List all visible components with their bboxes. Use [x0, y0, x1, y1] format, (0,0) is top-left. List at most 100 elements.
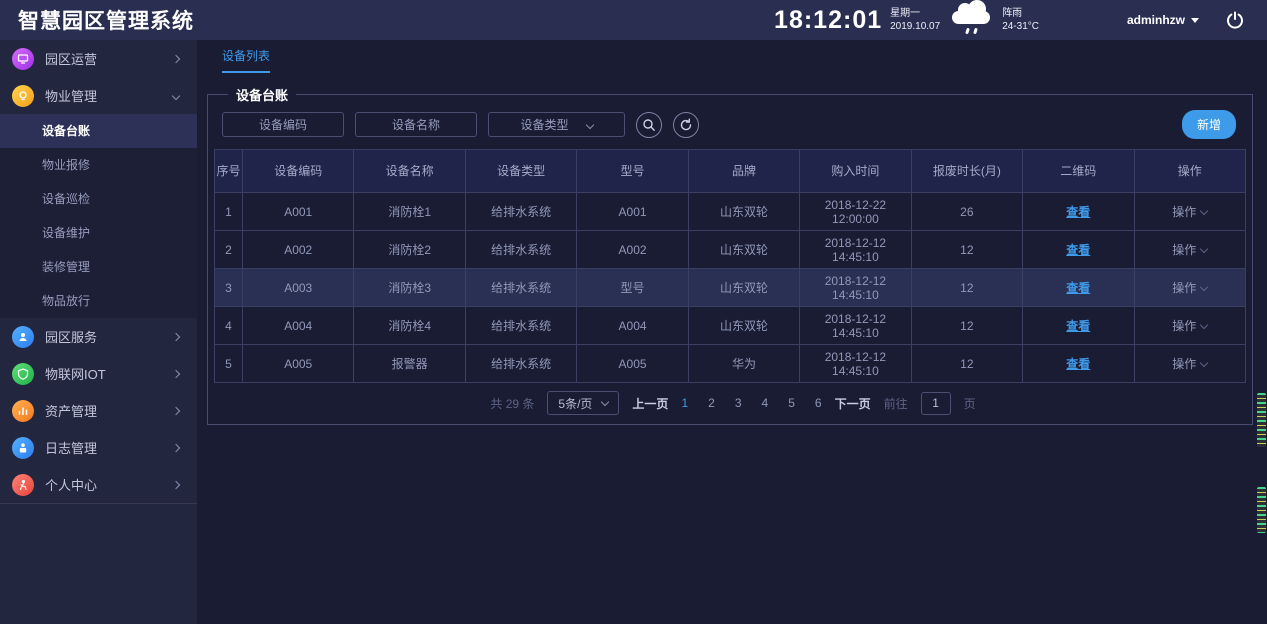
col-qr-code: 二维码	[1023, 150, 1134, 193]
refresh-button[interactable]	[673, 112, 699, 138]
device-ledger-panel: 设备台账 设备类型 新增	[207, 85, 1253, 425]
goto-page-input[interactable]	[921, 392, 951, 415]
col-scrap-months: 报废时长(月)	[911, 150, 1022, 193]
sidebar-item-device-maintenance[interactable]: 设备维护	[0, 216, 197, 250]
row-action-dropdown[interactable]: 操作	[1134, 345, 1246, 383]
bulb-icon	[12, 85, 34, 107]
page-numbers: 1 2 3 4 5 6	[681, 396, 821, 410]
page-number-1[interactable]: 1	[681, 396, 688, 410]
sidebar-item-label: 资产管理	[45, 401, 97, 420]
user-menu[interactable]: adminhzw	[1127, 13, 1199, 27]
cell-type: 给排水系统	[465, 231, 576, 269]
col-device-type: 设备类型	[465, 150, 576, 193]
qr-view-link[interactable]: 查看	[1066, 357, 1090, 371]
scrollbar-marker[interactable]	[1257, 393, 1266, 447]
page-size-select[interactable]: 5条/页	[547, 391, 619, 415]
row-action-dropdown[interactable]: 操作	[1134, 231, 1246, 269]
sidebar-item-item-release[interactable]: 物品放行	[0, 284, 197, 318]
add-button[interactable]: 新增	[1182, 110, 1236, 139]
table-row-highlighted[interactable]: 3 A003 消防栓3 给排水系统 型号 山东双轮 2018-12-12 14:…	[215, 269, 1246, 307]
cell-scrap-months: 26	[911, 193, 1022, 231]
sidebar-item-device-inspection[interactable]: 设备巡检	[0, 182, 197, 216]
table-row[interactable]: 4 A004 消防栓4 给排水系统 A004 山东双轮 2018-12-12 1…	[215, 307, 1246, 345]
device-name-input[interactable]	[355, 112, 477, 137]
chevron-right-icon	[172, 406, 180, 414]
qr-view-link[interactable]: 查看	[1066, 319, 1090, 333]
sidebar-item-property-repair[interactable]: 物业报修	[0, 148, 197, 182]
prev-page-button[interactable]: 上一页	[632, 395, 668, 412]
chevron-right-icon	[172, 332, 180, 340]
search-button[interactable]	[636, 112, 662, 138]
device-code-input[interactable]	[222, 112, 344, 137]
table-row[interactable]: 1 A001 消防栓1 给排水系统 A001 山东双轮 2018-12-22 1…	[215, 193, 1246, 231]
cell-code: A001	[243, 193, 354, 231]
cell-scrap-months: 12	[911, 307, 1022, 345]
sidebar-item-park-service[interactable]: 园区服务	[0, 318, 197, 355]
cell-model: A004	[577, 307, 688, 345]
username: adminhzw	[1127, 13, 1185, 27]
device-type-select-value: 设备类型	[520, 116, 568, 133]
goto-suffix: 页	[964, 395, 976, 412]
col-index: 序号	[215, 150, 243, 193]
chevron-right-icon	[172, 369, 180, 377]
cloud-icon	[950, 5, 994, 35]
sidebar-item-device-ledger[interactable]: 设备台账	[0, 114, 197, 148]
caret-down-icon	[1191, 18, 1199, 23]
sidebar-item-iot[interactable]: 物联网IOT	[0, 355, 197, 392]
col-purchase-time: 购入时间	[800, 150, 911, 193]
filter-row: 设备类型 新增	[214, 106, 1252, 149]
table-row[interactable]: 5 A005 报警器 给排水系统 A005 华为 2018-12-12 14:4…	[215, 345, 1246, 383]
tab-device-list[interactable]: 设备列表	[222, 47, 270, 73]
col-brand: 品牌	[688, 150, 799, 193]
cell-brand: 山东双轮	[688, 269, 799, 307]
cell-name: 消防栓3	[354, 269, 465, 307]
sidebar-item-renovation-management[interactable]: 装修管理	[0, 250, 197, 284]
qr-view-link[interactable]: 查看	[1066, 243, 1090, 257]
cell-purchase-time: 2018-12-12 14:45:10	[800, 231, 911, 269]
page-number-2[interactable]: 2	[708, 396, 715, 410]
row-action-dropdown[interactable]: 操作	[1134, 193, 1246, 231]
chevron-down-icon	[172, 91, 180, 99]
chevron-down-icon	[601, 398, 609, 406]
cell-model: 型号	[577, 269, 688, 307]
qr-view-link[interactable]: 查看	[1066, 205, 1090, 219]
chevron-right-icon	[172, 443, 180, 451]
goto-label: 前往	[884, 395, 908, 412]
page-number-6[interactable]: 6	[815, 396, 822, 410]
power-icon[interactable]	[1225, 10, 1245, 30]
topbar-right: 18:12:01 星期一 2019.10.07 阵雨 24-31°C admin…	[774, 5, 1267, 35]
page-number-3[interactable]: 3	[735, 396, 742, 410]
chart-icon	[12, 400, 34, 422]
page-number-4[interactable]: 4	[762, 396, 769, 410]
cell-scrap-months: 12	[911, 269, 1022, 307]
weather-condition: 阵雨	[1002, 7, 1039, 20]
page-number-5[interactable]: 5	[788, 396, 795, 410]
qr-view-link[interactable]: 查看	[1066, 281, 1090, 295]
scrollbar-marker[interactable]	[1257, 487, 1266, 533]
sidebar-item-label: 个人中心	[45, 475, 97, 494]
cell-name: 消防栓1	[354, 193, 465, 231]
page-size-value: 5条/页	[558, 395, 592, 412]
col-device-code: 设备编码	[243, 150, 354, 193]
cell-index: 3	[215, 269, 243, 307]
sidebar-item-asset-management[interactable]: 资产管理	[0, 392, 197, 429]
clock: 18:12:01	[774, 6, 882, 35]
cell-name: 消防栓4	[354, 307, 465, 345]
chevron-right-icon	[172, 480, 180, 488]
cell-type: 给排水系统	[465, 193, 576, 231]
sidebar-item-personal-center[interactable]: 个人中心	[0, 466, 197, 503]
cell-index: 5	[215, 345, 243, 383]
chevron-down-icon	[1200, 207, 1208, 215]
sidebar-item-park-operation[interactable]: 园区运营	[0, 40, 197, 77]
sidebar-item-property-management[interactable]: 物业管理	[0, 77, 197, 114]
cell-brand: 山东双轮	[688, 193, 799, 231]
row-action-dropdown[interactable]: 操作	[1134, 307, 1246, 345]
next-page-button[interactable]: 下一页	[835, 395, 871, 412]
row-action-dropdown[interactable]: 操作	[1134, 269, 1246, 307]
sidebar-item-log-management[interactable]: 日志管理	[0, 429, 197, 466]
table-row[interactable]: 2 A002 消防栓2 给排水系统 A002 山东双轮 2018-12-12 1…	[215, 231, 1246, 269]
chevron-down-icon	[585, 120, 593, 128]
sidebar-divider	[0, 503, 197, 504]
cell-name: 报警器	[354, 345, 465, 383]
device-type-select[interactable]: 设备类型	[488, 112, 625, 137]
